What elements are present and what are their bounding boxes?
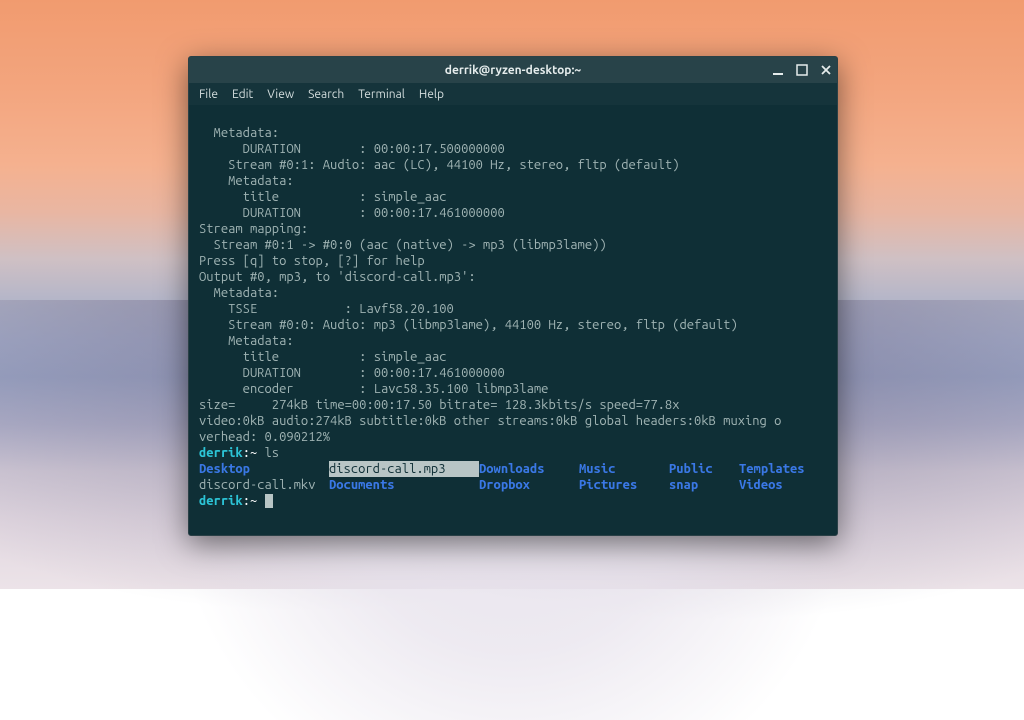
menu-terminal[interactable]: Terminal — [358, 88, 405, 101]
menu-search[interactable]: Search — [308, 88, 344, 101]
output-line: video:0kB audio:274kB subtitle:0kB other… — [199, 414, 781, 428]
output-line: Stream mapping: — [199, 222, 308, 236]
output-line: Stream #0:1: Audio: aac (LC), 44100 Hz, … — [199, 158, 679, 172]
close-button[interactable] — [819, 63, 833, 77]
output-line: Metadata: — [199, 126, 279, 140]
minimize-button[interactable] — [771, 63, 785, 77]
ls-entry-documents: Documents — [329, 477, 479, 493]
output-line: Stream #0:0: Audio: mp3 (libmp3lame), 44… — [199, 318, 738, 332]
window-titlebar[interactable]: derrik@ryzen-desktop:~ — [189, 57, 837, 83]
output-line: Metadata: — [199, 334, 294, 348]
output-line: encoder : Lavc58.35.100 libmp3lame — [199, 382, 548, 396]
terminal-window: derrik@ryzen-desktop:~ File Edit View Se… — [188, 56, 838, 536]
terminal-content[interactable]: Metadata: DURATION : 00:00:17.500000000 … — [189, 105, 837, 535]
ls-entry-pictures: Pictures — [579, 477, 669, 493]
prompt-user: derrik — [199, 446, 243, 460]
ls-entry-discord-mkv: discord-call.mkv — [199, 477, 329, 493]
output-line: DURATION : 00:00:17.500000000 — [199, 142, 505, 156]
menu-edit[interactable]: Edit — [232, 88, 253, 101]
output-line: DURATION : 00:00:17.461000000 — [199, 206, 505, 220]
ls-entry-dropbox: Dropbox — [479, 477, 579, 493]
prompt-user: derrik — [199, 494, 243, 508]
prompt-path: :~ — [243, 494, 265, 508]
output-line: Metadata: — [199, 286, 279, 300]
output-line: TSSE : Lavf58.20.100 — [199, 302, 454, 316]
output-line: Stream #0:1 -> #0:0 (aac (native) -> mp3… — [199, 238, 607, 252]
terminal-cursor — [265, 494, 273, 508]
menu-view[interactable]: View — [267, 88, 294, 101]
command-text: ls — [265, 446, 280, 460]
ls-output: Desktopdiscord-call.mp3DownloadsMusicPub… — [199, 461, 827, 493]
ls-entry-public: Public — [669, 461, 739, 477]
menubar: File Edit View Search Terminal Help — [189, 83, 837, 105]
menu-file[interactable]: File — [199, 88, 218, 101]
window-title: derrik@ryzen-desktop:~ — [445, 64, 581, 77]
output-line: Press [q] to stop, [?] for help — [199, 254, 425, 268]
output-line: title : simple_aac — [199, 190, 447, 204]
ls-entry-snap: snap — [669, 477, 739, 493]
ls-entry-music: Music — [579, 461, 669, 477]
output-line: size= 274kB time=00:00:17.50 bitrate= 12… — [199, 398, 679, 412]
ls-entry-videos: Videos — [739, 477, 829, 493]
prompt-path: :~ — [243, 446, 265, 460]
output-line: Output #0, mp3, to 'discord-call.mp3': — [199, 270, 476, 284]
output-line: title : simple_aac — [199, 350, 447, 364]
ls-entry-templates: Templates — [739, 461, 829, 477]
output-line: Metadata: — [199, 174, 294, 188]
ls-entry-downloads: Downloads — [479, 461, 579, 477]
window-controls — [771, 57, 833, 83]
output-line: DURATION : 00:00:17.461000000 — [199, 366, 505, 380]
ls-entry-discord-mp3-selected: discord-call.mp3 — [329, 461, 479, 477]
menu-help[interactable]: Help — [419, 88, 444, 101]
maximize-button[interactable] — [795, 63, 809, 77]
output-line: verhead: 0.090212% — [199, 430, 330, 444]
ls-entry-desktop: Desktop — [199, 461, 329, 477]
